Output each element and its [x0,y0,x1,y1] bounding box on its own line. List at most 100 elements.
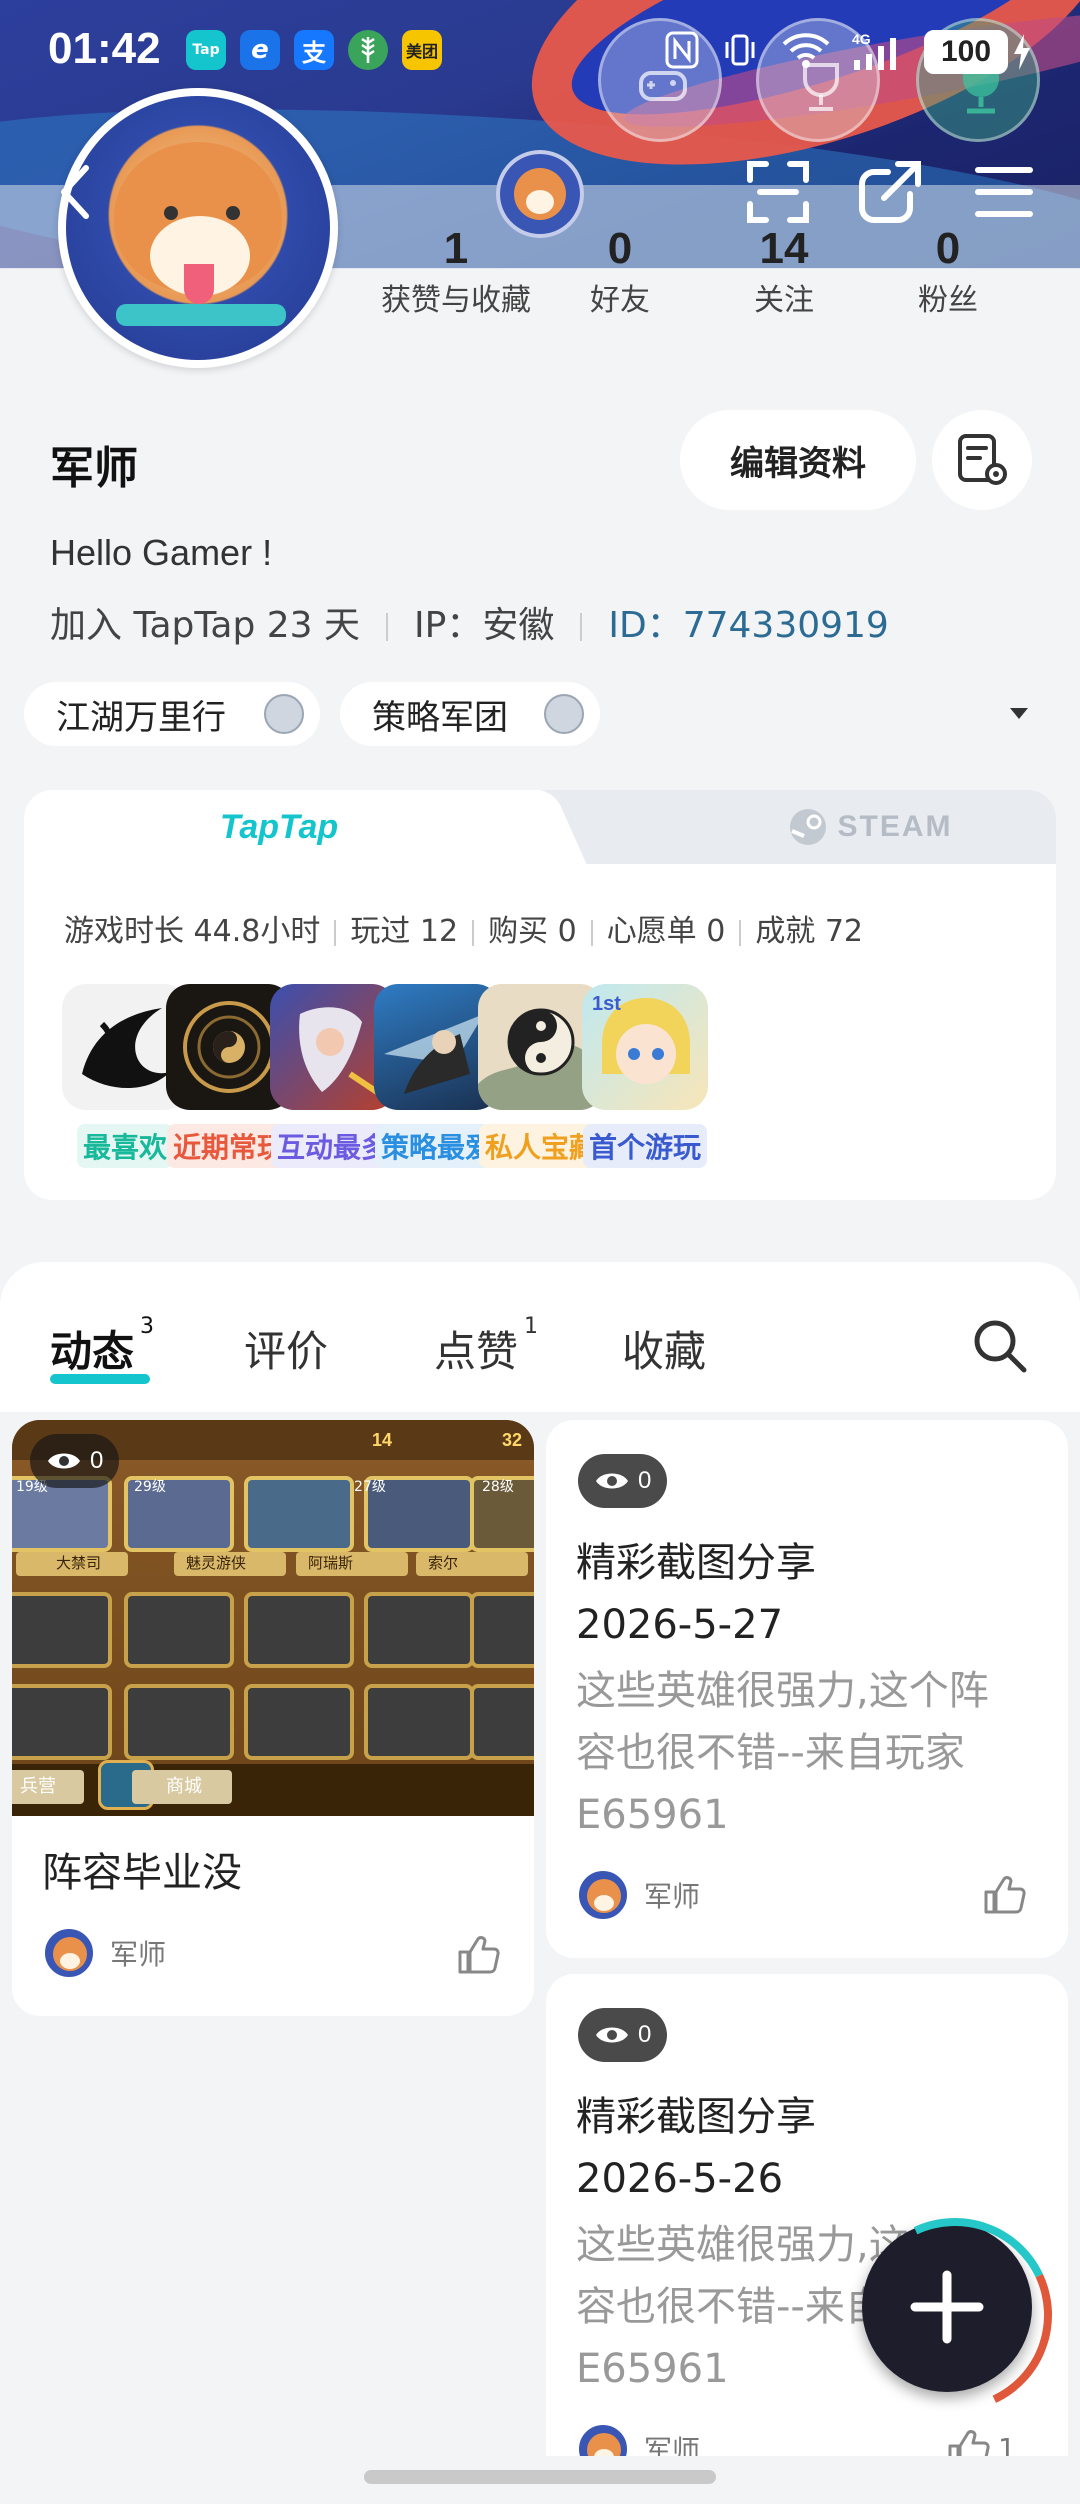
post-author[interactable]: 军师 [576,1868,700,1922]
post-card[interactable]: 14 32 19级 29级 27级 28级 大禁司 魅灵游侠 阿瑞斯 索尔 兵营… [12,1420,534,2016]
game-label: 最喜欢 [76,1124,173,1168]
tag-label: 江湖万里行 [56,697,226,738]
tag-badge-icon [544,694,584,734]
anime-girl-game-icon: 1st [582,984,708,1110]
post-title-line: 精彩截图分享 [576,2094,816,2140]
tab-posts-count: 3 [140,1314,155,1339]
game-label: 首个游玩 [582,1124,707,1168]
scan-icon[interactable] [746,160,810,228]
post-title-line: 精彩截图分享 [576,1540,816,1586]
edit-profile-button[interactable]: 编辑资料 [680,410,916,510]
signal-icon: 4G [852,30,912,83]
post-body-line: E65961 [576,1792,729,1838]
tag-badge-icon [264,694,304,734]
view-count: 0 [90,1447,104,1474]
browser-icon: e [240,30,280,70]
status-time: 01:42 [48,24,161,73]
stat-label: 粉丝 [918,283,978,318]
home-indicator[interactable] [364,2470,716,2484]
tab-steam-label: STEAM [837,810,953,843]
post-title-line: 2026-5-27 [576,1602,784,1648]
back-icon[interactable] [56,162,96,226]
tag-item[interactable]: 江湖万里行 [24,682,320,746]
view-count-badge: 0 [578,2008,668,2062]
tab-steam[interactable]: STEAM [684,790,1056,864]
achievements-count[interactable]: 成就 72 [755,914,863,949]
tab-favorites[interactable]: 收藏 [622,1318,706,1379]
post-body-line: 容也很不错--来自玩家 [576,1730,965,1776]
ip-location: IP：安徽 [414,605,555,646]
meituan-icon: 美团 [402,30,442,70]
tab-taptap-label: TapTap [219,807,339,846]
game-stats-card: STEAM TapTap 游戏时长 44.8小时 玩过 12 购买 0 心愿单 0 成就… [24,790,1056,1200]
search-icon[interactable] [970,1316,1030,1380]
tag-item[interactable]: 策略军团 [340,682,600,746]
post-author[interactable]: 军师 [42,1926,166,1980]
hero-level: 29级 [134,1479,166,1495]
post-title: 阵容毕业没 [42,1850,242,1896]
shop-button: 商城 [132,1770,232,1804]
wishlist-count[interactable]: 心愿单 0 [607,914,726,949]
tab-reviews[interactable]: 评价 [244,1318,328,1379]
status-bar: 01:42 Tap e 支 美团 4G 100 [0,0,1080,142]
share-icon[interactable] [856,158,924,230]
profile-meta: 加入 TapTap 23 天 IP：安徽 ID：774330919 [50,596,889,648]
alipay-icon: 支 [294,30,334,70]
tab-posts[interactable]: 动态3 [50,1314,154,1379]
hero-level: 27级 [354,1479,386,1495]
stat-likes[interactable]: 1 获赞与收藏 [366,225,546,319]
like-icon[interactable] [456,1932,500,1976]
post-body-line: 这些英雄很强力,这个阵 [576,1668,989,1714]
post-title: 精彩截图分享 2026-5-27 [576,1532,816,1656]
platform-tabs: STEAM TapTap [24,790,1056,864]
post-card[interactable]: 0 精彩截图分享 2026-5-27 这些英雄很强力,这个阵 容也很不错--来自玩家… [546,1420,1068,1958]
stat-label: 关注 [754,283,814,318]
wheat-icon [348,30,388,70]
stat-label: 获赞与收藏 [381,283,531,318]
game-counter: 32 [502,1430,523,1450]
tab-likes[interactable]: 点赞1 [434,1314,538,1379]
create-post-button[interactable] [862,2222,1032,2392]
author-name: 军师 [644,1880,701,1913]
eye-icon [596,1473,628,1489]
hero-name: 大禁司 [16,1552,128,1576]
tab-posts-label: 动态 [50,1327,135,1376]
author-name: 军师 [110,1938,167,1971]
menu-icon[interactable] [974,164,1034,224]
feed-tabs-bar [0,1262,1080,1412]
post-title-line: 2026-5-26 [576,2156,784,2202]
stat-value: 0 [935,224,961,273]
svg-text:4G: 4G [852,31,871,47]
tag-label: 策略军团 [372,697,508,738]
stat-followers[interactable]: 0 粉丝 [858,225,1038,319]
joined-days: 加入 TapTap 23 天 [50,605,361,646]
hero-name: 阿瑞斯 [296,1552,408,1576]
tab-reviews-label: 评价 [244,1327,329,1376]
stat-friends[interactable]: 0 好友 [530,225,710,319]
eye-icon [596,2027,628,2043]
achievement-gamepad-icon [598,18,722,142]
game-stats-row: 游戏时长 44.8小时 玩过 12 购买 0 心愿单 0 成就 72 [64,906,863,950]
played-count[interactable]: 玩过 12 [350,914,458,949]
view-count: 0 [638,1467,652,1494]
like-icon[interactable] [982,1872,1026,1916]
author-avatar [42,1926,96,1980]
game-first[interactable]: 1st 首个游玩 [582,984,708,1168]
stat-following[interactable]: 14 关注 [694,225,874,319]
purchased-count[interactable]: 购买 0 [488,914,577,949]
taptap-icon: Tap [186,30,226,70]
tags-expand-icon[interactable] [1010,708,1028,719]
profile-settings-button[interactable] [932,410,1032,510]
post-title: 精彩截图分享 2026-5-26 [576,2086,816,2210]
profile-avatar[interactable] [58,88,338,368]
battery-indicator: 100 [924,30,1008,74]
tab-likes-label: 点赞 [434,1327,519,1376]
tab-taptap[interactable]: TapTap [24,790,534,864]
hero-name: 索尔 [416,1552,528,1576]
user-id[interactable]: ID：774330919 [608,605,888,646]
plus-icon [910,2270,984,2344]
vibrate-icon [722,30,758,79]
view-count-badge: 0 [578,1454,668,1508]
steam-icon [789,809,826,845]
tab-likes-count: 1 [524,1314,539,1339]
